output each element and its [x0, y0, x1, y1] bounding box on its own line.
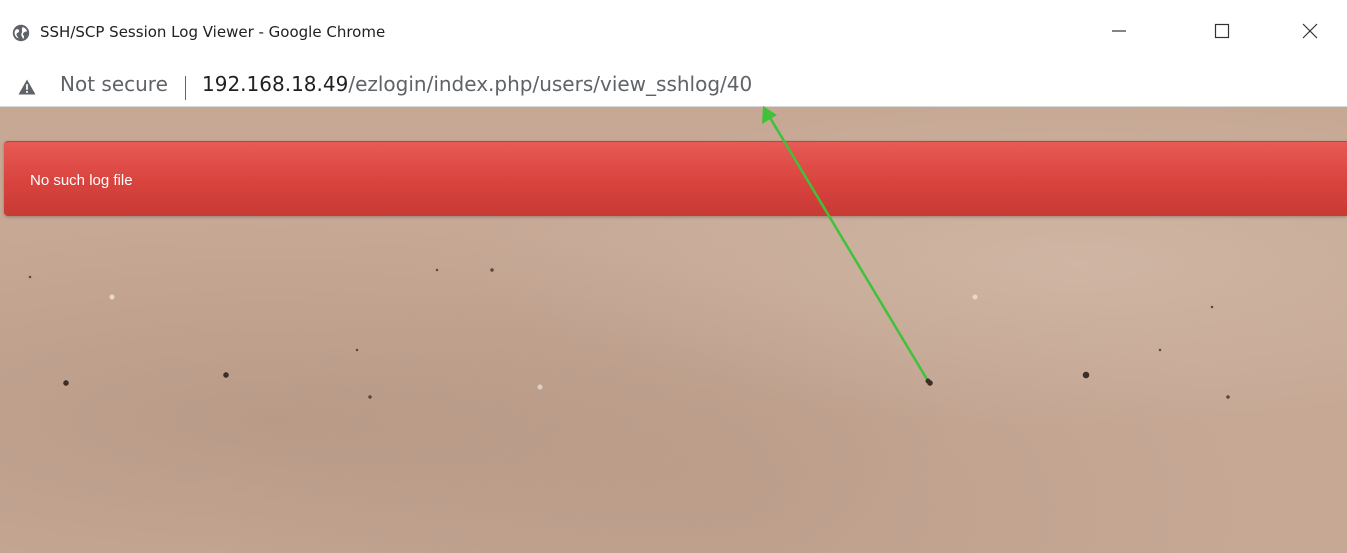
security-label[interactable]: Not secure: [60, 72, 168, 96]
page-content: No such log file: [0, 107, 1347, 553]
address-bar: Not secure 192.168.18.49/ezlogin/index.p…: [0, 68, 1347, 107]
warning-triangle-icon[interactable]: [18, 79, 36, 95]
alert-message: No such log file: [30, 172, 133, 189]
error-alert: No such log file: [4, 141, 1347, 216]
close-icon: [1302, 23, 1318, 44]
title-bar: SSH/SCP Session Log Viewer - Google Chro…: [0, 0, 1347, 68]
globe-icon: [12, 24, 30, 42]
window-title: SSH/SCP Session Log Viewer - Google Chro…: [40, 23, 386, 41]
minimize-icon: [1111, 23, 1127, 44]
browser-window: SSH/SCP Session Log Viewer - Google Chro…: [0, 0, 1347, 553]
close-button[interactable]: [1295, 18, 1325, 48]
url-field[interactable]: 192.168.18.49/ezlogin/index.php/users/vi…: [202, 72, 752, 96]
url-path: /ezlogin/index.php/users/view_sshlog/40: [348, 72, 753, 96]
address-separator: [185, 76, 186, 100]
maximize-icon: [1214, 23, 1230, 44]
title-row: SSH/SCP Session Log Viewer - Google Chro…: [0, 0, 1347, 68]
maximize-button[interactable]: [1207, 18, 1237, 48]
url-host: 192.168.18.49: [202, 72, 349, 96]
minimize-button[interactable]: [1104, 18, 1134, 48]
